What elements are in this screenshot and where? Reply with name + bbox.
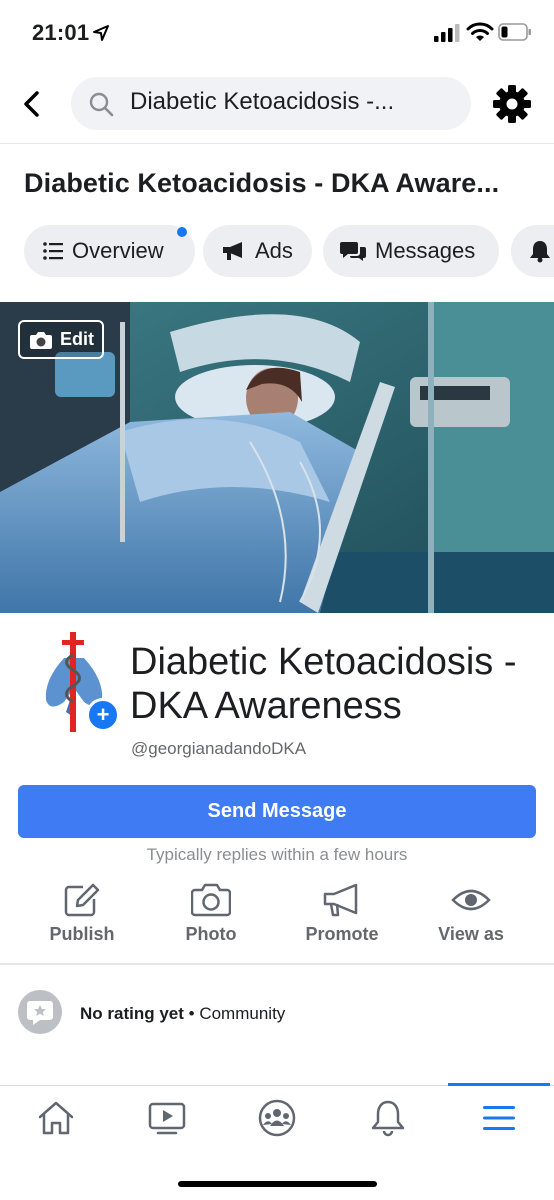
page-name: Diabetic Ketoacidosis - DKA Awareness xyxy=(130,641,517,727)
tab-overview-label: Overview xyxy=(72,238,164,263)
tab-messages-label: Messages xyxy=(375,238,476,263)
notification-dot xyxy=(177,227,187,237)
page-title: Diabetic Ketoacidosis - DKA Aware... xyxy=(24,168,500,198)
wifi-icon xyxy=(466,22,494,41)
star-bubble-icon xyxy=(27,1001,53,1025)
promote-button[interactable]: Promote xyxy=(282,882,402,945)
publish-label: Publish xyxy=(49,924,115,944)
eye-icon xyxy=(451,889,491,911)
edit-cover-label: Edit xyxy=(60,329,94,349)
view-as-label: View as xyxy=(438,924,504,944)
gear-icon xyxy=(493,85,531,123)
home-indicator xyxy=(178,1181,377,1187)
video-icon xyxy=(148,1102,186,1135)
nav-active-indicator xyxy=(448,1083,550,1086)
rating-row[interactable]: No rating yet • Community xyxy=(80,1004,285,1024)
page-username: @georgianadandoDKA xyxy=(131,739,307,758)
back-button[interactable] xyxy=(14,86,50,122)
add-profile-photo-button[interactable]: + xyxy=(86,698,120,732)
header-divider xyxy=(0,143,554,144)
bell-icon xyxy=(371,1100,405,1137)
groups-icon xyxy=(258,1099,296,1137)
photo-button[interactable]: Photo xyxy=(151,882,271,945)
page-category: Community xyxy=(199,1004,286,1023)
rating-separator: • xyxy=(188,1004,195,1023)
settings-button[interactable] xyxy=(490,82,534,126)
edit-cover-button[interactable]: Edit xyxy=(18,320,104,359)
tab-ads-label: Ads xyxy=(255,238,293,263)
menu-icon xyxy=(483,1106,515,1130)
rating-status: No rating yet xyxy=(80,1004,184,1023)
reply-time-note: Typically replies within a few hours xyxy=(146,845,408,864)
tab-ads[interactable]: Ads xyxy=(203,225,312,277)
chat-bubbles-icon xyxy=(340,242,366,261)
cellular-signal-icon xyxy=(434,24,460,42)
bell-icon xyxy=(530,241,550,263)
view-as-button[interactable]: View as xyxy=(411,882,531,945)
home-icon xyxy=(38,1101,74,1135)
nav-home[interactable] xyxy=(34,1096,78,1140)
publish-button[interactable]: Publish xyxy=(22,882,142,945)
tab-notifications[interactable] xyxy=(511,225,554,277)
search-icon xyxy=(89,92,114,117)
promote-label: Promote xyxy=(305,924,379,944)
megaphone-icon xyxy=(323,883,358,917)
megaphone-icon xyxy=(223,242,242,260)
camera-icon xyxy=(30,331,52,349)
battery-icon xyxy=(498,23,531,41)
location-arrow-icon xyxy=(93,25,109,41)
nav-groups[interactable] xyxy=(255,1096,299,1140)
tab-overview[interactable]: Overview xyxy=(24,225,195,277)
status-time: 21:01 xyxy=(32,20,90,45)
list-icon xyxy=(43,242,63,260)
nav-watch[interactable] xyxy=(145,1096,189,1140)
nav-notifications[interactable] xyxy=(366,1096,410,1140)
section-divider xyxy=(0,963,554,965)
tab-messages[interactable]: Messages xyxy=(323,225,499,277)
pencil-icon xyxy=(64,883,100,917)
camera-icon xyxy=(191,883,231,917)
nav-menu[interactable] xyxy=(477,1096,521,1140)
chevron-left-icon xyxy=(24,91,39,117)
search-query[interactable]: Diabetic Ketoacidosis -... xyxy=(130,88,394,116)
photo-label: Photo xyxy=(185,924,237,944)
send-message-button[interactable]: Send Message xyxy=(18,785,536,838)
rating-icon xyxy=(18,990,62,1034)
